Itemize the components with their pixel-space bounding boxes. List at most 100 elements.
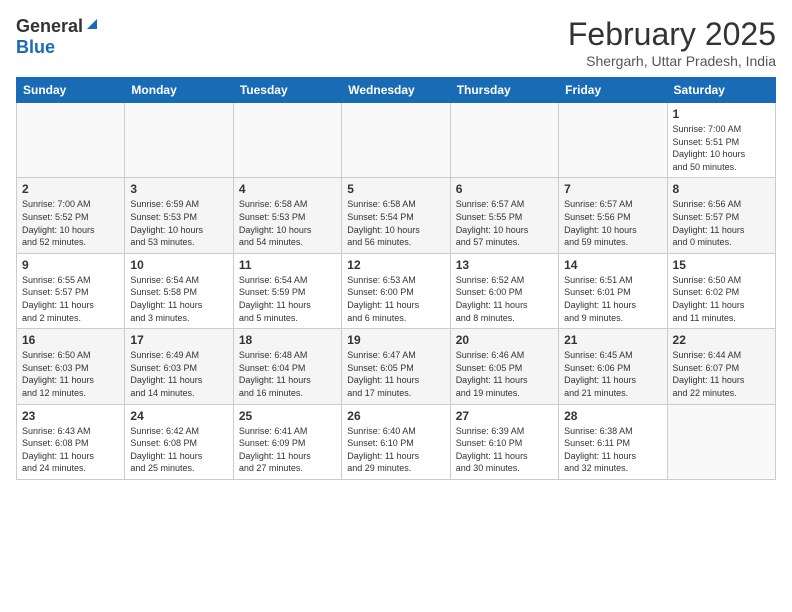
day-number: 28 bbox=[564, 409, 661, 423]
day-number: 6 bbox=[456, 182, 553, 196]
day-number: 19 bbox=[347, 333, 444, 347]
calendar-table: SundayMondayTuesdayWednesdayThursdayFrid… bbox=[16, 77, 776, 480]
day-info: Sunrise: 6:56 AMSunset: 5:57 PMDaylight:… bbox=[673, 198, 770, 248]
calendar-cell bbox=[233, 103, 341, 178]
day-number: 10 bbox=[130, 258, 227, 272]
day-number: 11 bbox=[239, 258, 336, 272]
calendar-cell: 21 Sunrise: 6:45 AMSunset: 6:06 PMDayligh… bbox=[559, 329, 667, 404]
day-info: Sunrise: 6:54 AMSunset: 5:58 PMDaylight:… bbox=[130, 274, 227, 324]
day-number: 26 bbox=[347, 409, 444, 423]
day-info: Sunrise: 6:51 AMSunset: 6:01 PMDaylight:… bbox=[564, 274, 661, 324]
calendar-cell: 18Sunrise: 6:48 AMSunset: 6:04 PMDayligh… bbox=[233, 329, 341, 404]
logo-arrow-icon bbox=[85, 17, 99, 36]
calendar-cell: 15Sunrise: 6:50 AMSunset: 6:02 PMDayligh… bbox=[667, 253, 775, 328]
day-info: Sunrise: 6:41 AMSunset: 6:09 PMDaylight:… bbox=[239, 425, 336, 475]
calendar-cell: 26 Sunrise: 6:40 AMSunset: 6:10 PMDayligh… bbox=[342, 404, 450, 479]
day-info: Sunrise: 6:59 AMSunset: 5:53 PMDaylight:… bbox=[130, 198, 227, 248]
day-number: 9 bbox=[22, 258, 119, 272]
day-info: Sunrise: 6:46 AMSunset: 6:05 PMDaylight:… bbox=[456, 349, 553, 399]
calendar-cell: 13 Sunrise: 6:52 AMSunset: 6:00 PMDayligh… bbox=[450, 253, 558, 328]
column-header-sunday: Sunday bbox=[17, 78, 125, 103]
day-info: Sunrise: 7:00 AMSunset: 5:52 PMDaylight:… bbox=[22, 198, 119, 248]
day-info: Sunrise: 6:58 AMSunset: 5:54 PMDaylight:… bbox=[347, 198, 444, 248]
column-header-monday: Monday bbox=[125, 78, 233, 103]
column-header-wednesday: Wednesday bbox=[342, 78, 450, 103]
day-info: Sunrise: 6:58 AMSunset: 5:53 PMDaylight:… bbox=[239, 198, 336, 248]
calendar-cell bbox=[667, 404, 775, 479]
calendar-cell bbox=[450, 103, 558, 178]
logo-general: General bbox=[16, 16, 83, 37]
day-number: 15 bbox=[673, 258, 770, 272]
calendar-cell: 7 Sunrise: 6:57 AMSunset: 5:56 PMDaylight… bbox=[559, 178, 667, 253]
page-header: General Blue February 2025 Shergarh, Utt… bbox=[16, 16, 776, 69]
day-number: 14 bbox=[564, 258, 661, 272]
day-number: 5 bbox=[347, 182, 444, 196]
day-info: Sunrise: 6:49 AMSunset: 6:03 PMDaylight:… bbox=[130, 349, 227, 399]
calendar-cell: 23 Sunrise: 6:43 AMSunset: 6:08 PMDayligh… bbox=[17, 404, 125, 479]
column-header-saturday: Saturday bbox=[667, 78, 775, 103]
day-number: 21 bbox=[564, 333, 661, 347]
calendar-cell: 16 Sunrise: 6:50 AMSunset: 6:03 PMDayligh… bbox=[17, 329, 125, 404]
calendar-cell: 5 Sunrise: 6:58 AMSunset: 5:54 PMDaylight… bbox=[342, 178, 450, 253]
calendar-cell: 2 Sunrise: 7:00 AMSunset: 5:52 PMDaylight… bbox=[17, 178, 125, 253]
day-number: 18 bbox=[239, 333, 336, 347]
day-number: 20 bbox=[456, 333, 553, 347]
calendar-cell: 28 Sunrise: 6:38 AMSunset: 6:11 PMDayligh… bbox=[559, 404, 667, 479]
day-info: Sunrise: 6:43 AMSunset: 6:08 PMDaylight:… bbox=[22, 425, 119, 475]
day-info: Sunrise: 6:42 AMSunset: 6:08 PMDaylight:… bbox=[130, 425, 227, 475]
day-info: Sunrise: 6:50 AMSunset: 6:03 PMDaylight:… bbox=[22, 349, 119, 399]
day-info: Sunrise: 7:00 AMSunset: 5:51 PMDaylight:… bbox=[673, 123, 770, 173]
day-info: Sunrise: 6:44 AMSunset: 6:07 PMDaylight:… bbox=[673, 349, 770, 399]
column-header-thursday: Thursday bbox=[450, 78, 558, 103]
calendar-week-row: 16 Sunrise: 6:50 AMSunset: 6:03 PMDayligh… bbox=[17, 329, 776, 404]
calendar-cell: 1 Sunrise: 7:00 AMSunset: 5:51 PMDaylight… bbox=[667, 103, 775, 178]
day-info: Sunrise: 6:57 AMSunset: 5:56 PMDaylight:… bbox=[564, 198, 661, 248]
day-info: Sunrise: 6:47 AMSunset: 6:05 PMDaylight:… bbox=[347, 349, 444, 399]
logo-blue: Blue bbox=[16, 37, 55, 58]
calendar-week-row: 9 Sunrise: 6:55 AMSunset: 5:57 PMDaylight… bbox=[17, 253, 776, 328]
day-number: 7 bbox=[564, 182, 661, 196]
day-number: 4 bbox=[239, 182, 336, 196]
day-number: 23 bbox=[22, 409, 119, 423]
calendar-week-row: 1 Sunrise: 7:00 AMSunset: 5:51 PMDaylight… bbox=[17, 103, 776, 178]
day-info: Sunrise: 6:52 AMSunset: 6:00 PMDaylight:… bbox=[456, 274, 553, 324]
day-info: Sunrise: 6:38 AMSunset: 6:11 PMDaylight:… bbox=[564, 425, 661, 475]
day-number: 13 bbox=[456, 258, 553, 272]
column-header-tuesday: Tuesday bbox=[233, 78, 341, 103]
logo: General Blue bbox=[16, 16, 99, 58]
calendar-cell: 25 Sunrise: 6:41 AMSunset: 6:09 PMDayligh… bbox=[233, 404, 341, 479]
calendar-cell: 8 Sunrise: 6:56 AMSunset: 5:57 PMDaylight… bbox=[667, 178, 775, 253]
day-number: 3 bbox=[130, 182, 227, 196]
day-number: 17 bbox=[130, 333, 227, 347]
day-info: Sunrise: 6:57 AMSunset: 5:55 PMDaylight:… bbox=[456, 198, 553, 248]
calendar-cell: 10 Sunrise: 6:54 AMSunset: 5:58 PMDayligh… bbox=[125, 253, 233, 328]
day-number: 16 bbox=[22, 333, 119, 347]
calendar-cell: 14 Sunrise: 6:51 AMSunset: 6:01 PMDayligh… bbox=[559, 253, 667, 328]
calendar-cell: 6 Sunrise: 6:57 AMSunset: 5:55 PMDaylight… bbox=[450, 178, 558, 253]
calendar-cell: 20 Sunrise: 6:46 AMSunset: 6:05 PMDayligh… bbox=[450, 329, 558, 404]
calendar-cell: 17 Sunrise: 6:49 AMSunset: 6:03 PMDayligh… bbox=[125, 329, 233, 404]
calendar-cell bbox=[125, 103, 233, 178]
day-number: 25 bbox=[239, 409, 336, 423]
calendar-cell: 19 Sunrise: 6:47 AMSunset: 6:05 PMDayligh… bbox=[342, 329, 450, 404]
day-info: Sunrise: 6:40 AMSunset: 6:10 PMDaylight:… bbox=[347, 425, 444, 475]
day-number: 8 bbox=[673, 182, 770, 196]
calendar-title: February 2025 bbox=[568, 16, 776, 53]
day-number: 22 bbox=[673, 333, 770, 347]
calendar-cell: 4 Sunrise: 6:58 AMSunset: 5:53 PMDaylight… bbox=[233, 178, 341, 253]
day-number: 2 bbox=[22, 182, 119, 196]
day-info: Sunrise: 6:54 AMSunset: 5:59 PMDaylight:… bbox=[239, 274, 336, 324]
day-number: 1 bbox=[673, 107, 770, 121]
calendar-cell: 12 Sunrise: 6:53 AMSunset: 6:00 PMDayligh… bbox=[342, 253, 450, 328]
calendar-subtitle: Shergarh, Uttar Pradesh, India bbox=[568, 53, 776, 69]
column-header-friday: Friday bbox=[559, 78, 667, 103]
calendar-cell: 27Sunrise: 6:39 AMSunset: 6:10 PMDayligh… bbox=[450, 404, 558, 479]
calendar-cell: 24Sunrise: 6:42 AMSunset: 6:08 PMDayligh… bbox=[125, 404, 233, 479]
calendar-cell: 9 Sunrise: 6:55 AMSunset: 5:57 PMDaylight… bbox=[17, 253, 125, 328]
day-info: Sunrise: 6:45 AMSunset: 6:06 PMDaylight:… bbox=[564, 349, 661, 399]
day-number: 12 bbox=[347, 258, 444, 272]
calendar-header-row: SundayMondayTuesdayWednesdayThursdayFrid… bbox=[17, 78, 776, 103]
day-info: Sunrise: 6:55 AMSunset: 5:57 PMDaylight:… bbox=[22, 274, 119, 324]
calendar-cell bbox=[17, 103, 125, 178]
day-info: Sunrise: 6:53 AMSunset: 6:00 PMDaylight:… bbox=[347, 274, 444, 324]
